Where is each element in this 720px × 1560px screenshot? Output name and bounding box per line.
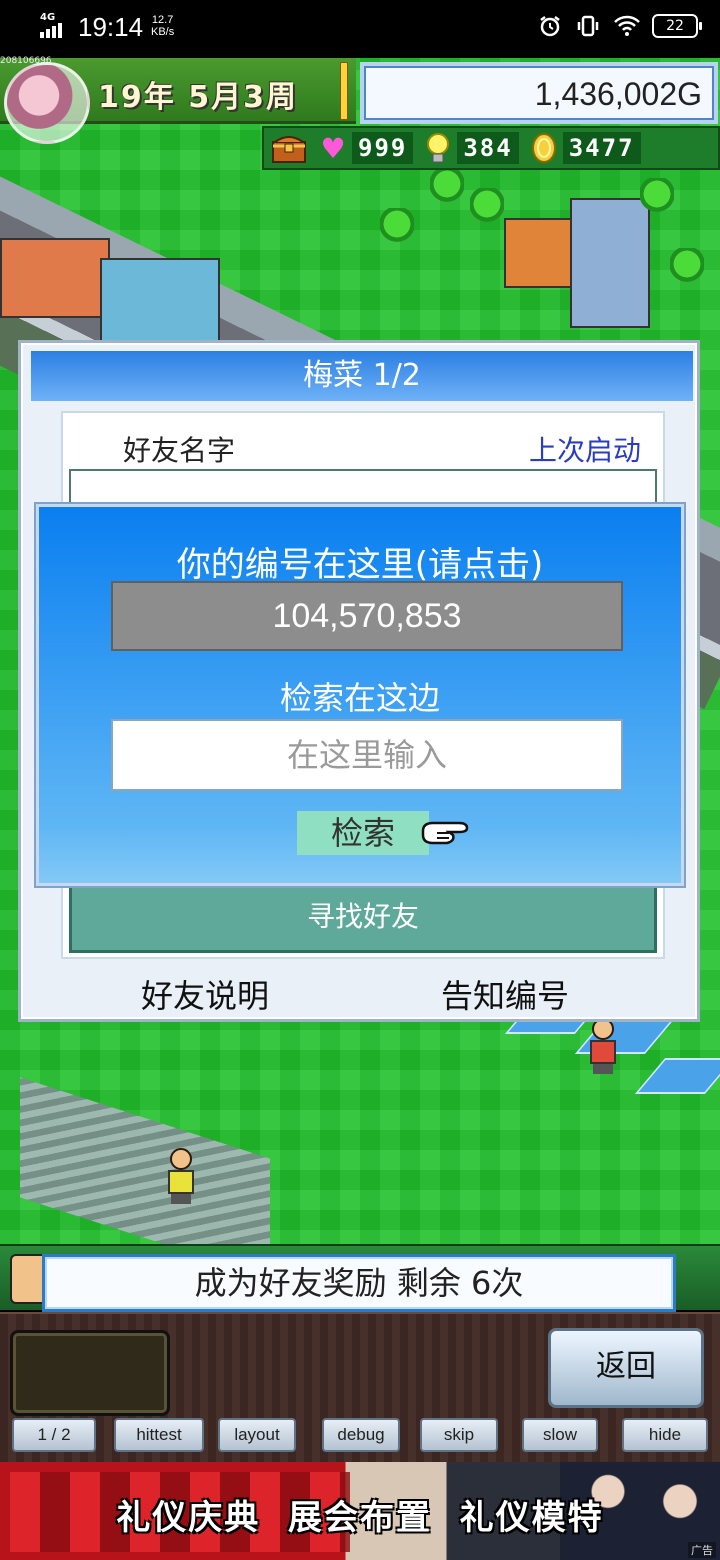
- tree: [430, 168, 464, 208]
- vibrate-icon: [576, 14, 600, 38]
- debug-hide-button[interactable]: hide: [622, 1418, 708, 1452]
- debug-skip-button[interactable]: skip: [420, 1418, 498, 1452]
- ad-banner[interactable]: 礼仪庆典 展会布置 礼仪模特 广告: [0, 1462, 720, 1560]
- tree: [380, 208, 414, 248]
- coin-icon: [525, 130, 563, 166]
- pointing-hand-icon: [419, 813, 473, 849]
- tree: [670, 248, 704, 288]
- tree: [470, 188, 504, 228]
- friend-id-search-input[interactable]: 在这里输入: [111, 719, 623, 791]
- debug-layout-button[interactable]: layout: [218, 1418, 296, 1452]
- resource-bar: ♥ 999 384 3477: [262, 126, 720, 170]
- ad-label: 广告: [688, 1542, 716, 1558]
- share-id-button[interactable]: 告知编号: [441, 971, 569, 1017]
- character[interactable]: [162, 1148, 198, 1204]
- debug-slow-button[interactable]: slow: [522, 1418, 598, 1452]
- date-divider: [340, 62, 348, 120]
- alarm-icon: [538, 14, 562, 38]
- friend-panel-title: 梅菜 1/2: [31, 351, 693, 401]
- clock: 19:14: [78, 12, 144, 42]
- building: [570, 198, 650, 328]
- treasure-chest-icon[interactable]: [270, 130, 308, 166]
- hearts-value: 999: [352, 132, 414, 164]
- friend-explain-button[interactable]: 好友说明: [141, 971, 269, 1017]
- ideas-stat: 384: [419, 130, 519, 166]
- net-speed-value: 12.7: [151, 14, 174, 26]
- signal-icon: 4G: [40, 12, 70, 40]
- ad-text: 礼仪庆典 展会布置 礼仪模特: [116, 1498, 604, 1538]
- money-value: 1,436,002G: [534, 76, 702, 112]
- ideas-value: 384: [457, 132, 519, 164]
- wifi-icon: [614, 14, 640, 38]
- debug-page-button[interactable]: 1 / 2: [12, 1418, 96, 1452]
- heart-icon: ♥: [320, 131, 346, 165]
- money-display: 1,436,002G: [360, 62, 718, 124]
- hearts-stat: ♥ 999: [314, 130, 414, 166]
- treasure-chest[interactable]: [270, 130, 308, 166]
- my-id-button[interactable]: 104,570,853: [111, 581, 623, 651]
- battery-icon: 22: [652, 14, 702, 38]
- debug-debug-button[interactable]: debug: [322, 1418, 400, 1452]
- network-type: 4G: [40, 12, 56, 23]
- column-last-launch[interactable]: 上次启动: [529, 429, 641, 469]
- coins-stat: 3477: [525, 130, 641, 166]
- lightbulb-icon: [419, 130, 457, 166]
- game-date: 19年 5月3周: [98, 80, 298, 115]
- tree: [640, 178, 674, 218]
- net-speed-unit: KB/s: [151, 26, 175, 38]
- friend-id-dialog: 你的编号在这里(请点击) 104,570,853 检索在这边 在这里输入 检索: [36, 504, 684, 886]
- building: [100, 258, 220, 348]
- debug-hittest-button[interactable]: hittest: [114, 1418, 204, 1452]
- debug-toolbar: 1 / 2 hittest layout debug skip slow hid…: [0, 1418, 720, 1454]
- back-button[interactable]: 返回: [548, 1328, 704, 1408]
- date-panel: 208106696 19年 5月3周: [0, 56, 356, 144]
- building: [0, 238, 110, 318]
- search-label: 检索在这边: [279, 679, 440, 717]
- friend-list-row[interactable]: [69, 469, 657, 509]
- player-avatar[interactable]: [4, 62, 90, 144]
- coins-value: 3477: [562, 132, 641, 164]
- net-speed: 12.7 KB/s: [151, 14, 174, 38]
- find-friend-button[interactable]: 寻找好友: [69, 881, 657, 953]
- search-button[interactable]: 检索: [297, 811, 429, 855]
- id-dialog-title: 你的编号在这里(请点击): [176, 545, 544, 585]
- status-bar: 4G 19:14 12.7 KB/s 22: [0, 0, 720, 58]
- character[interactable]: [584, 1018, 620, 1074]
- friend-reward-banner: 成为好友奖励 剩余 6次: [42, 1254, 676, 1312]
- empty-slot: [10, 1330, 170, 1416]
- pool-tile: [634, 1058, 720, 1094]
- column-friend-name: 好友名字: [123, 434, 236, 467]
